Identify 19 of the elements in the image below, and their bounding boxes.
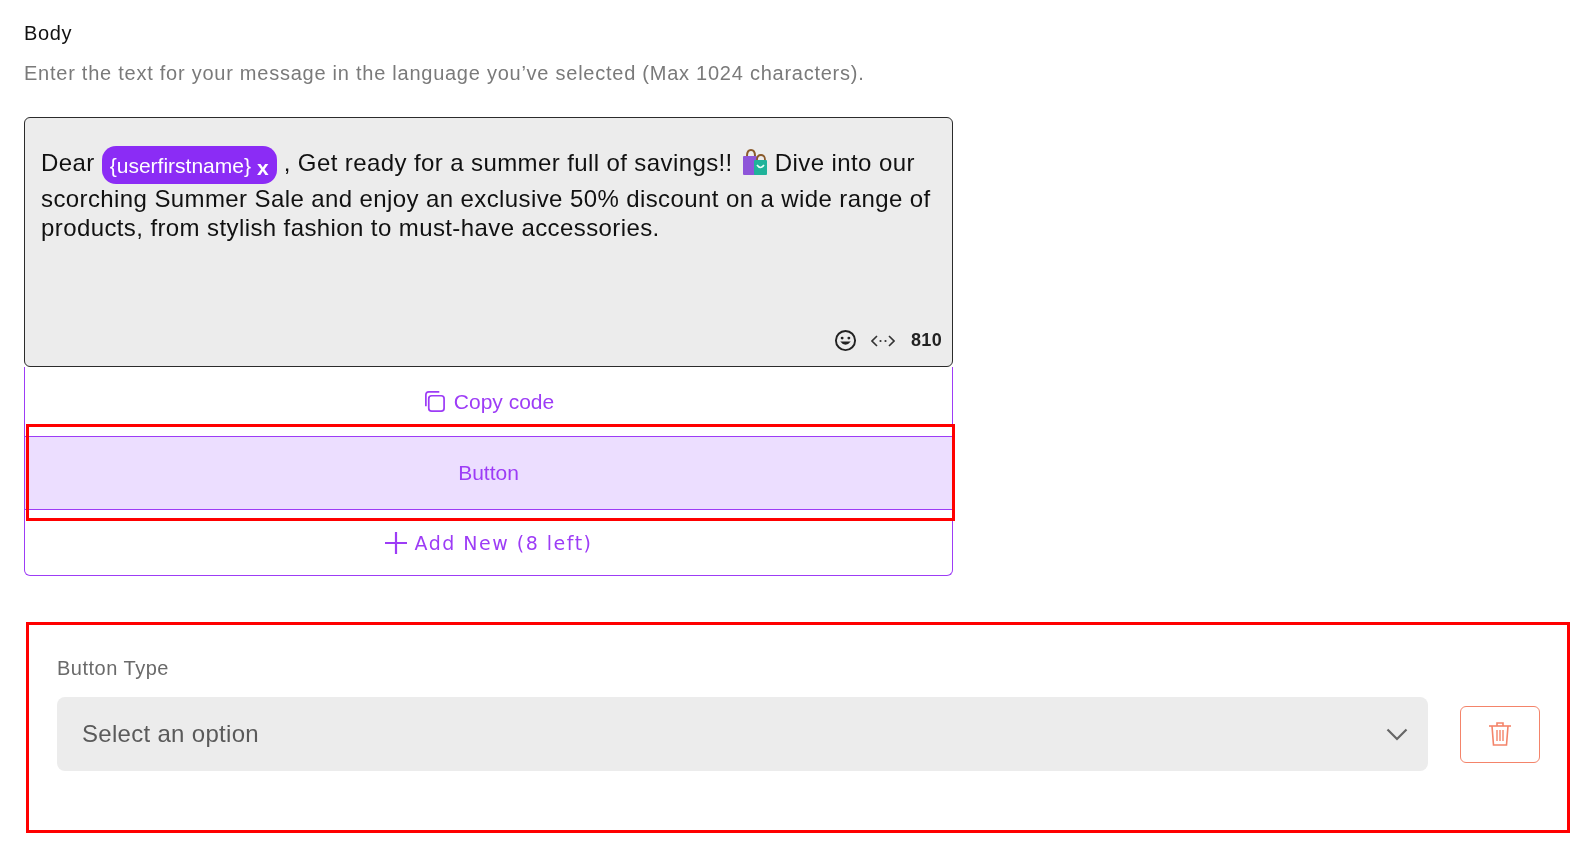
select-placeholder: Select an option (82, 720, 259, 748)
code-icon[interactable] (871, 333, 896, 348)
copy-icon (422, 390, 446, 413)
message-field[interactable] (24, 117, 953, 367)
smiley-icon[interactable] (834, 329, 858, 352)
message-text: Dear {userfirstname} x , Get ready for a summer full of savings!! Dive into our scorching Summer Sale and enjoy an exclusive 50% discount on a wide range of products, from stylish fashion to must-have accessories. (41, 146, 942, 242)
trash-icon (1488, 721, 1512, 747)
button-type-label: Button Type (57, 657, 169, 679)
chevron-down-icon (1386, 727, 1408, 741)
copy-code-button[interactable]: Copy code (422, 389, 555, 414)
character-count: 810 (911, 330, 942, 351)
section-title: Body (24, 21, 72, 45)
plus-icon (384, 530, 409, 555)
add-new-button[interactable]: Add New (8 left) (384, 530, 593, 555)
remove-variable-button[interactable]: x (256, 156, 269, 178)
button-type-select[interactable]: Select an option (57, 697, 1428, 771)
button-item-label[interactable]: Button (458, 461, 519, 485)
variable-chip[interactable]: {userfirstname} x (101, 146, 277, 184)
section-hint: Enter the text for your message in the language you’ve selected (Max 1024 characters). (24, 61, 865, 85)
